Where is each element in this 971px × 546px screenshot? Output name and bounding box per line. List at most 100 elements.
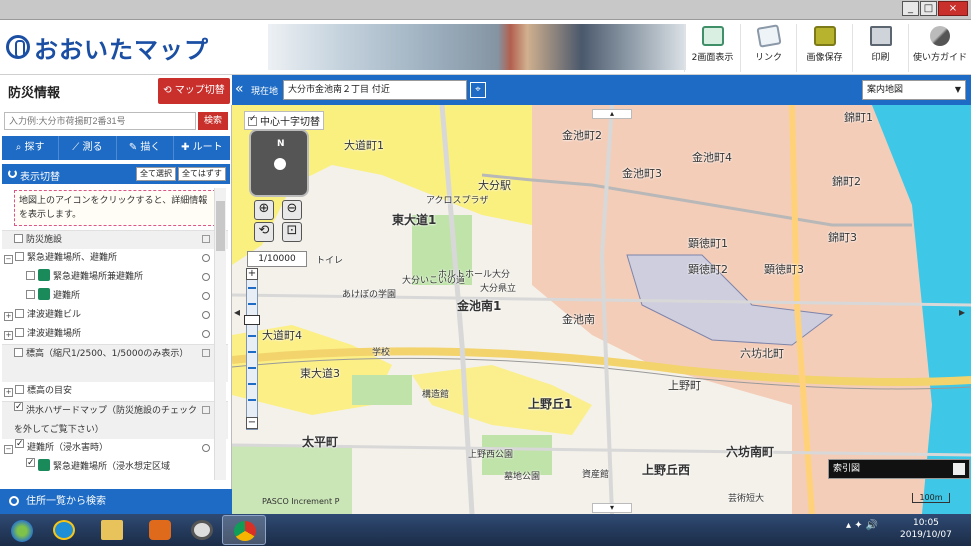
layer-checkbox[interactable] — [26, 271, 35, 280]
guide-button[interactable]: 使い方ガイド — [908, 24, 971, 72]
zoom-in-icon[interactable]: ⊕ — [254, 200, 274, 220]
map-switch-button[interactable]: ⟲ マップ切替 — [158, 78, 230, 104]
layer-row-tsunami-place[interactable]: + 津波避難場所 — [2, 325, 228, 344]
layer-checkbox[interactable] — [14, 234, 23, 243]
zoom-to-icon[interactable] — [202, 444, 210, 452]
layer-checkbox-checked[interactable] — [26, 458, 35, 467]
layer-checkbox[interactable] — [26, 290, 35, 299]
tab-measure[interactable]: ⟋ 測る — [59, 136, 117, 160]
save-image-button[interactable]: 画像保存 — [796, 24, 852, 72]
scale-display: 1/10000 — [247, 251, 307, 267]
layer-row-flood-shelter[interactable]: − 避難所（浸水害時） — [2, 439, 228, 458]
scrollbar-thumb[interactable] — [216, 201, 225, 251]
expand-toggle-icon[interactable]: − — [4, 255, 13, 264]
zoom-tick — [248, 287, 256, 289]
pan-up-icon[interactable]: ▴ — [592, 109, 632, 119]
layer-checkbox[interactable] — [15, 385, 24, 394]
layer-row-evacuation[interactable]: − 緊急避難場所、避難所 — [2, 249, 228, 268]
pan-right-icon[interactable]: ▸ — [959, 305, 965, 319]
zoom-plus-icon[interactable]: + — [246, 268, 258, 280]
zoom-slider[interactable] — [246, 270, 258, 430]
expand-toggle-icon[interactable]: + — [4, 331, 13, 340]
address-list-search-button[interactable]: 住所一覧から検索 — [0, 489, 232, 514]
minimize-icon[interactable] — [953, 463, 965, 475]
reset-view-icon[interactable]: ⟲ — [254, 222, 274, 242]
expand-toggle-icon[interactable]: + — [4, 388, 13, 397]
compass-center-icon[interactable] — [274, 158, 286, 170]
map-label: 上野町 — [668, 379, 701, 392]
layer-row-elevation-guide[interactable]: + 標高の目安 — [2, 382, 228, 401]
map-canvas[interactable]: 金池町2 金池町4 金池町3 錦町1 錦町2 錦町3 大道町1 東大道1 大分駅… — [232, 105, 971, 514]
layer-checkbox[interactable] — [15, 252, 24, 261]
map-label: 錦町1 — [844, 111, 873, 124]
collapse-sidebar-icon[interactable]: « — [235, 81, 244, 97]
map-type-select[interactable]: 案内地図 — [862, 80, 966, 100]
zoom-slider-thumb[interactable] — [244, 315, 260, 325]
layer-checkbox[interactable] — [14, 348, 23, 357]
index-map-panel[interactable]: 索引図 — [828, 459, 970, 479]
pan-compass[interactable]: N — [249, 129, 309, 197]
layer-label: 避難所 — [53, 291, 81, 301]
layer-row-shelter[interactable]: 避難所 — [2, 287, 228, 306]
layer-checkbox[interactable] — [15, 328, 24, 337]
minimize-button[interactable]: _ — [902, 1, 919, 16]
pan-left-icon[interactable]: ◂ — [234, 305, 240, 319]
shelter-icon — [38, 288, 50, 300]
collapse-icon[interactable] — [202, 349, 210, 357]
layer-row-tsunami-building[interactable]: + 津波避難ビル — [2, 306, 228, 325]
close-button[interactable]: × — [938, 1, 968, 16]
site-logo[interactable]: おおいたマップ — [6, 32, 209, 64]
zoom-minus-icon[interactable]: − — [246, 417, 258, 429]
layer-checkbox[interactable] — [15, 309, 24, 318]
system-tray[interactable]: ▴ ✦ 🔊 — [846, 520, 878, 531]
center-crosshair-toggle[interactable]: 中心十字切替 — [244, 111, 324, 130]
collapse-icon[interactable] — [202, 235, 210, 243]
center-crosshair-checkbox[interactable] — [248, 117, 257, 126]
layer-list-scrollbar[interactable] — [214, 188, 226, 480]
maximize-button[interactable]: □ — [920, 1, 937, 16]
expand-toggle-icon[interactable]: + — [4, 312, 13, 321]
zoom-out-icon[interactable]: ⊖ — [282, 200, 302, 220]
layer-checkbox-checked[interactable] — [15, 439, 24, 448]
layer-label: 津波避難場所 — [27, 329, 82, 339]
start-button[interactable] — [4, 515, 40, 545]
zoom-to-icon[interactable] — [202, 273, 210, 281]
zoom-to-icon[interactable] — [202, 330, 210, 338]
taskbar-file-explorer[interactable] — [90, 515, 134, 545]
clear-all-button[interactable]: 全てはずす — [178, 167, 226, 181]
taskbar-internet-explorer[interactable] — [42, 515, 86, 545]
print-button[interactable]: 印刷 — [852, 24, 908, 72]
address-search-button[interactable]: 検索 — [198, 112, 228, 130]
pan-down-icon[interactable]: ▾ — [592, 503, 632, 513]
layer-row-flood-hazard[interactable]: 洪水ハザードマップ（防災施設のチェックを外してご覧下さい） — [2, 401, 228, 439]
tab-draw[interactable]: ✎ 描く — [117, 136, 174, 160]
zoom-to-icon[interactable] — [202, 311, 210, 319]
zoom-to-icon[interactable] — [202, 254, 210, 262]
select-all-button[interactable]: 全て選択 — [136, 167, 176, 181]
link-icon — [755, 24, 782, 48]
collapse-icon[interactable] — [202, 406, 210, 414]
taskbar-clock[interactable]: 10:05 2019/10/07 — [900, 517, 952, 541]
taskbar-chrome[interactable] — [222, 515, 266, 545]
address-search-input[interactable] — [4, 112, 196, 130]
layer-row-emergency-shelter[interactable]: 緊急避難場所兼避難所 — [2, 268, 228, 287]
layer-label: 標高の目安 — [27, 386, 73, 396]
link-button[interactable]: リンク — [740, 24, 796, 72]
taskbar-media-player[interactable] — [138, 515, 182, 545]
map-label: 金池町4 — [692, 151, 732, 164]
tab-search[interactable]: ⌕ 探す — [2, 136, 60, 160]
tab-route[interactable]: ✚ ルート — [174, 136, 230, 160]
sidebar: 防災情報 ⟲ マップ切替 検索 ⌕ 探す ⟋ 測る ✎ 描く ✚ ルート 表示切… — [0, 75, 232, 514]
zoom-box-icon[interactable]: ⊡ — [282, 222, 302, 242]
dual-screen-button[interactable]: 2画面表示 — [684, 24, 740, 72]
map-label: 大道町4 — [262, 329, 302, 342]
layer-row-disaster-facilities[interactable]: 防災施設 — [2, 230, 228, 249]
layer-row-flood-emergency[interactable]: 緊急避難場所（浸水想定区域 — [2, 458, 228, 477]
layer-row-elevation[interactable]: 標高（縮尺1/2500、1/5000のみ表示） — [2, 344, 228, 382]
crosshair-icon[interactable]: ⌖ — [470, 82, 486, 98]
layer-checkbox-checked[interactable] — [14, 402, 23, 411]
expand-toggle-icon[interactable]: − — [4, 445, 13, 454]
zoom-to-icon[interactable] — [202, 292, 210, 300]
map-label: 金池南 — [562, 313, 595, 326]
taskbar-app[interactable] — [180, 515, 224, 545]
